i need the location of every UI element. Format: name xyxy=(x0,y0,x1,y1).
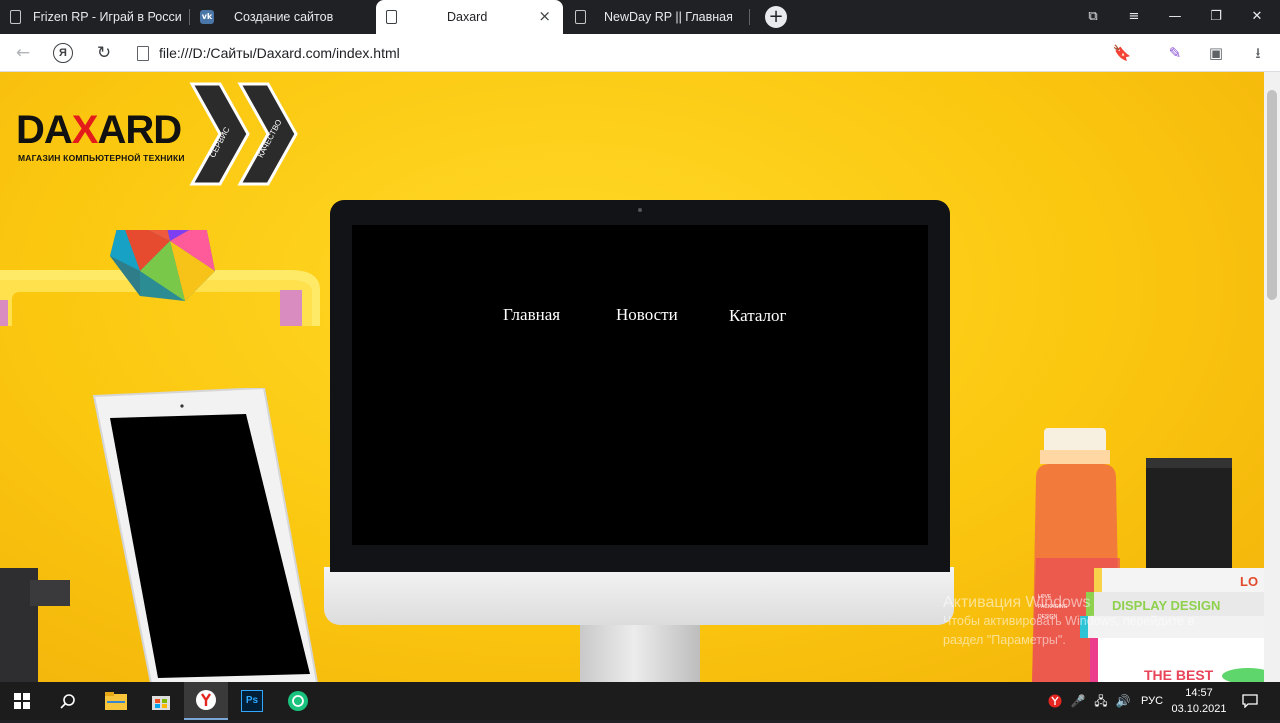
book-label-best: THE BEST xyxy=(1144,667,1214,682)
start-button[interactable] xyxy=(0,682,44,720)
monitor-screen: Главная Новости Каталог xyxy=(352,225,928,545)
taskbar-chatgpt[interactable] xyxy=(276,682,320,720)
pen-icon[interactable]: ✎ xyxy=(1161,34,1189,72)
tab-close-icon[interactable]: × xyxy=(538,9,551,24)
clock-date: 03.10.2021 xyxy=(1171,703,1227,715)
monitor-camera xyxy=(638,208,642,212)
reload-button[interactable]: ↻ xyxy=(89,34,119,72)
download-icon[interactable]: ⭳ xyxy=(1244,34,1272,72)
logo-tagline: МАГАЗИН КОМПЬЮТЕРНОЙ ТЕХНИКИ xyxy=(18,153,185,163)
network-icon[interactable]: 🖧 xyxy=(1093,682,1109,720)
shelf-decoration xyxy=(0,230,320,326)
logo-text-x: X xyxy=(71,108,99,152)
windows-taskbar: Ps 🎤 🖧 🔊 РУС 14:57 03.10.2021 xyxy=(0,682,1280,720)
lamp-decoration xyxy=(0,568,70,682)
taskbar-yandex-browser[interactable] xyxy=(184,682,228,720)
taskbar-file-explorer[interactable] xyxy=(94,682,138,720)
logo-wordmark: DAXARD xyxy=(16,108,182,153)
tab-newday-rp[interactable]: NewDay RP || Главная xyxy=(565,0,750,34)
tab-frizen-rp[interactable]: Frizen RP - Играй в Росси xyxy=(0,0,190,34)
back-button[interactable]: ← xyxy=(8,34,38,72)
logo-text-ard: ARD xyxy=(97,108,182,152)
notifications-icon[interactable] xyxy=(1240,682,1260,720)
search-icon xyxy=(60,694,75,709)
scrollbar-thumb[interactable] xyxy=(1267,90,1277,300)
main-nav: Главная Новости Каталог xyxy=(352,225,928,545)
clock-time: 14:57 xyxy=(1185,687,1213,699)
address-bar: ← Я ↻ file:///D:/Сайты/Daxard.com/index.… xyxy=(0,34,1280,72)
tab-label: Frizen RP - Играй в Росси xyxy=(33,10,182,24)
nav-link-news[interactable]: Новости xyxy=(616,305,678,325)
taskbar-photoshop[interactable]: Ps xyxy=(230,682,274,720)
page-viewport: СЕРВИС КАЧЕСТВО DAXARD МАГАЗИН КОМПЬЮТЕР… xyxy=(0,72,1264,682)
watermark-title: Активация Windows xyxy=(943,594,1091,611)
chatgpt-icon xyxy=(288,691,308,711)
minimize-button[interactable]: — xyxy=(1155,0,1195,34)
document-icon xyxy=(386,10,397,24)
language-indicator[interactable]: РУС xyxy=(1138,682,1166,720)
photoshop-icon: Ps xyxy=(241,690,263,712)
search-button[interactable] xyxy=(46,682,90,720)
yandex-browser-icon xyxy=(196,690,216,710)
tablet-decoration xyxy=(92,388,318,682)
page-info-icon[interactable] xyxy=(137,46,149,61)
yandex-icon xyxy=(1048,694,1062,708)
logo-chevrons xyxy=(189,82,298,186)
store-icon xyxy=(152,696,170,710)
browser-tab-strip: Frizen RP - Играй в Росси vk Создание са… xyxy=(0,0,1280,34)
nav-link-home[interactable]: Главная xyxy=(503,305,560,325)
vk-icon: vk xyxy=(200,10,214,24)
windows-logo-icon xyxy=(14,693,30,709)
volume-icon[interactable]: 🔊 xyxy=(1114,682,1132,720)
close-window-button[interactable]: ✕ xyxy=(1237,0,1277,34)
watermark-line-2: раздел "Параметры". xyxy=(943,633,1066,647)
daxard-logo[interactable]: СЕРВИС КАЧЕСТВО DAXARD МАГАЗИН КОМПЬЮТЕР… xyxy=(14,80,304,190)
monitor: Главная Новости Каталог xyxy=(330,200,950,572)
notification-bubble-icon xyxy=(1242,694,1258,709)
tab-list-icon[interactable]: ⧉ xyxy=(1073,0,1113,34)
nav-link-catalog[interactable]: Каталог xyxy=(729,306,787,326)
collections-icon[interactable]: ▣ xyxy=(1202,34,1230,72)
tab-label: Daxard xyxy=(447,10,488,24)
tab-sozdanie-saitov[interactable]: vk Создание сайтов xyxy=(190,0,375,34)
monitor-stand xyxy=(580,625,700,682)
microphone-icon[interactable]: 🎤 xyxy=(1070,682,1086,720)
yandex-tray-icon[interactable] xyxy=(1046,682,1064,720)
monitor-chin xyxy=(324,567,954,625)
watermark-line-1: Чтобы активировать Windows, перейдите в xyxy=(943,614,1195,628)
taskbar-clock[interactable]: 14:57 03.10.2021 xyxy=(1170,685,1228,717)
menu-icon[interactable]: ≡ xyxy=(1114,0,1154,34)
document-icon xyxy=(575,10,586,24)
tab-separator xyxy=(749,9,750,25)
book-label-lo: LO xyxy=(1240,574,1258,589)
logo-text-da: DA xyxy=(16,108,73,152)
windows-activation-watermark: Активация Windows Чтобы активировать Win… xyxy=(943,594,1194,650)
maximize-button[interactable]: ❐ xyxy=(1196,0,1236,34)
tab-daxard[interactable]: Daxard × xyxy=(376,0,563,34)
url-field[interactable]: file:///D:/Сайты/Daxard.com/index.html xyxy=(159,34,400,72)
new-tab-button[interactable]: + xyxy=(765,6,787,28)
box-decoration xyxy=(1146,458,1232,578)
tab-label: NewDay RP || Главная xyxy=(604,10,733,24)
bookmark-icon[interactable]: 🔖 xyxy=(1108,34,1136,72)
document-icon xyxy=(10,10,21,24)
tab-label: Создание сайтов xyxy=(234,10,334,24)
file-explorer-icon xyxy=(105,692,127,710)
taskbar-store[interactable] xyxy=(139,682,183,720)
yandex-icon[interactable]: Я xyxy=(53,43,73,63)
